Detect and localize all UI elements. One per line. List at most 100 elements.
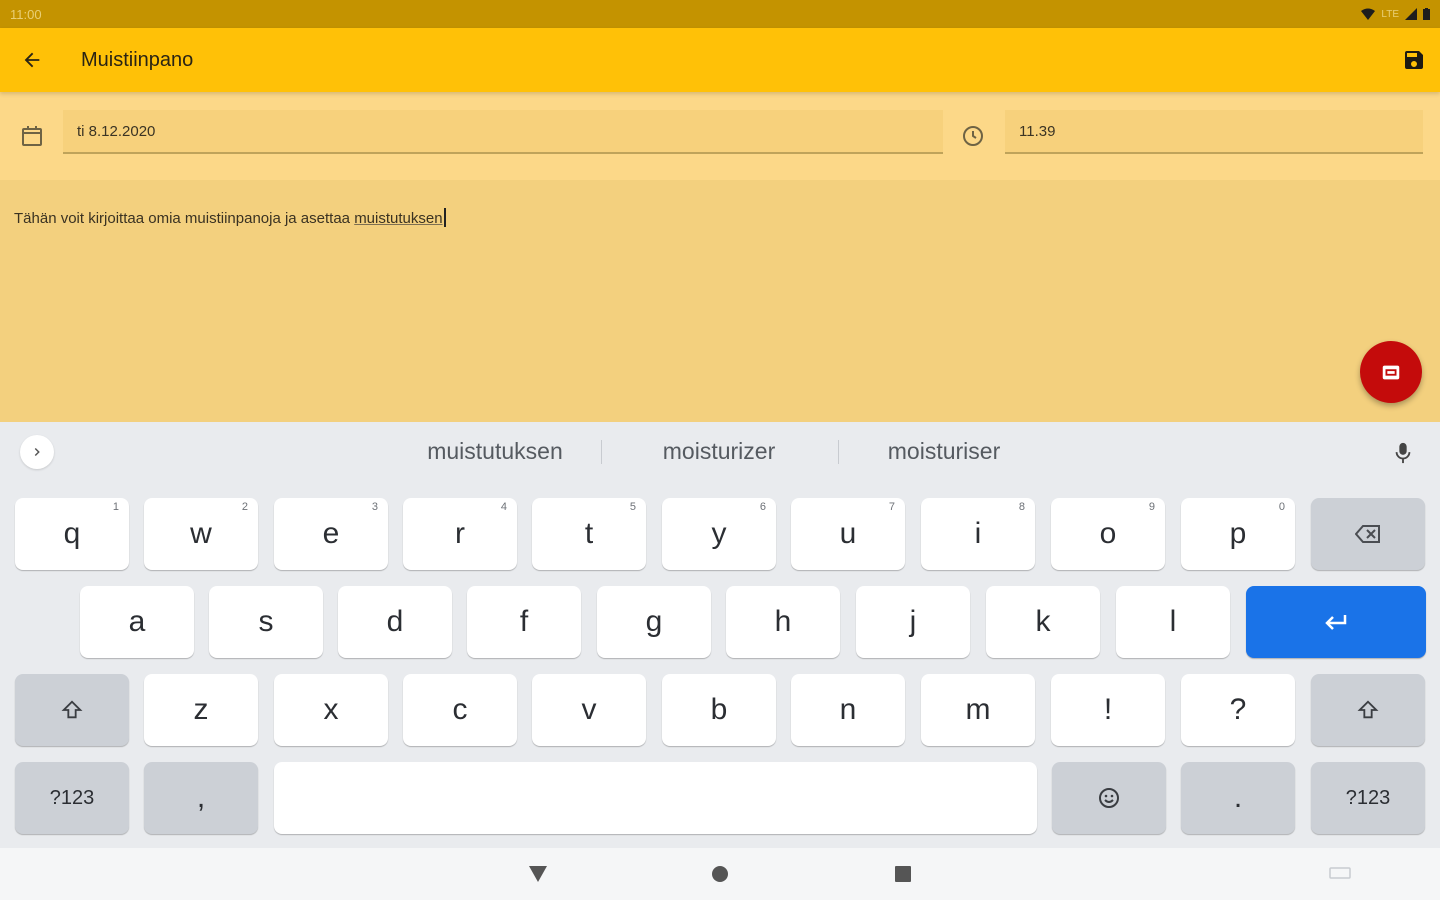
shift-key-left[interactable]: [15, 674, 129, 746]
nav-recents-button[interactable]: [889, 860, 917, 888]
square-icon: [895, 866, 911, 882]
note-textarea[interactable]: Tähän voit kirjoittaa omia muistiinpanoj…: [0, 180, 1440, 422]
space-key[interactable]: [274, 762, 1037, 834]
key-l[interactable]: l: [1116, 586, 1230, 658]
nav-back-button[interactable]: [524, 860, 552, 888]
key-exclamation[interactable]: !: [1051, 674, 1165, 746]
clock-icon: [959, 122, 987, 150]
key-r[interactable]: r4: [403, 498, 517, 570]
backspace-icon: [1355, 525, 1380, 543]
shift-icon: [1357, 700, 1379, 719]
key-hint: 2: [241, 501, 248, 513]
signal-icon: [1405, 8, 1417, 20]
date-time-row: ti 8.12.2020 11.39: [0, 92, 1440, 180]
suggestion-1[interactable]: muistutuksen: [400, 438, 590, 465]
keyboard-icon: [1329, 867, 1351, 879]
comma-key[interactable]: ,: [144, 762, 258, 834]
network-type: LTE: [1381, 8, 1399, 20]
nav-home-button[interactable]: [706, 860, 734, 888]
text-caret: [443, 208, 446, 227]
status-time: 11:00: [10, 6, 42, 22]
key-label: e: [322, 517, 340, 550]
key-hint: 5: [629, 501, 636, 513]
status-bar: 11:00 LTE: [0, 0, 1440, 28]
note-text-composing-word: muistutuksen: [354, 210, 443, 227]
key-e[interactable]: e3: [274, 498, 388, 570]
key-j[interactable]: j: [856, 586, 970, 658]
key-label: i: [974, 517, 982, 550]
key-t[interactable]: t5: [532, 498, 646, 570]
enter-key[interactable]: [1246, 586, 1426, 658]
alarm-icon: [1382, 365, 1400, 380]
key-z[interactable]: z: [144, 674, 258, 746]
key-s[interactable]: s: [209, 586, 323, 658]
key-g[interactable]: g: [597, 586, 711, 658]
key-y[interactable]: y6: [662, 498, 776, 570]
key-c[interactable]: c: [403, 674, 517, 746]
key-hint: 8: [1018, 501, 1025, 513]
backspace-key[interactable]: [1311, 498, 1425, 570]
status-icons: LTE: [1361, 8, 1430, 20]
key-label: p: [1229, 517, 1247, 550]
key-q[interactable]: q1: [15, 498, 129, 570]
arrow-back-icon: [24, 52, 40, 68]
page-title: Muistiinpano: [81, 48, 194, 71]
triangle-down-icon: [529, 866, 547, 882]
key-d[interactable]: d: [338, 586, 452, 658]
key-h[interactable]: h: [726, 586, 840, 658]
system-nav-bar: [0, 848, 1440, 900]
key-hint: 4: [500, 501, 507, 513]
period-key[interactable]: .: [1181, 762, 1295, 834]
save-button[interactable]: [1398, 44, 1430, 76]
key-v[interactable]: v: [532, 674, 646, 746]
battery-icon: [1423, 8, 1430, 20]
key-label: y: [711, 517, 727, 550]
symbols-key-left[interactable]: ?123: [15, 762, 129, 834]
key-label: u: [839, 517, 857, 550]
key-o[interactable]: o9: [1051, 498, 1165, 570]
reminder-fab-button[interactable]: [1360, 341, 1422, 403]
suggestion-divider: [838, 440, 839, 464]
chevron-right-icon: [34, 447, 40, 457]
key-hint: 3: [371, 501, 378, 513]
key-p[interactable]: p0: [1181, 498, 1295, 570]
key-a[interactable]: a: [80, 586, 194, 658]
key-hint: 7: [888, 501, 895, 513]
key-k[interactable]: k: [986, 586, 1100, 658]
shift-icon: [61, 700, 83, 719]
suggestion-divider: [601, 440, 602, 464]
key-b[interactable]: b: [662, 674, 776, 746]
shift-key-right[interactable]: [1311, 674, 1425, 746]
keyboard-switch-button[interactable]: [1326, 860, 1354, 888]
key-u[interactable]: u7: [791, 498, 905, 570]
suggestion-3[interactable]: moisturiser: [851, 438, 1037, 465]
key-x[interactable]: x: [274, 674, 388, 746]
microphone-icon: [1395, 442, 1411, 464]
key-w[interactable]: w2: [144, 498, 258, 570]
note-text: Tähän voit kirjoittaa omia muistiinpanoj…: [14, 208, 446, 227]
key-n[interactable]: n: [791, 674, 905, 746]
key-label: t: [584, 517, 594, 550]
key-i[interactable]: i8: [921, 498, 1035, 570]
date-field[interactable]: ti 8.12.2020: [63, 110, 943, 154]
return-icon: [1325, 615, 1347, 630]
note-text-body: Tähän voit kirjoittaa omia muistiinpanoj…: [14, 210, 355, 227]
key-m[interactable]: m: [921, 674, 1035, 746]
key-question[interactable]: ?: [1181, 674, 1295, 746]
emoji-key[interactable]: [1052, 762, 1166, 834]
back-button[interactable]: [0, 28, 64, 92]
circle-icon: [712, 866, 728, 882]
calendar-icon: [18, 122, 46, 150]
smiley-icon: [1099, 788, 1119, 808]
app-bar: Muistiinpano: [0, 28, 1440, 92]
key-hint: 1: [112, 501, 119, 513]
microphone-button[interactable]: [1388, 438, 1418, 468]
key-hint: 6: [759, 501, 766, 513]
expand-toolbar-button[interactable]: [20, 435, 54, 469]
key-f[interactable]: f: [467, 586, 581, 658]
suggestion-2[interactable]: moisturizer: [626, 438, 812, 465]
key-label: w: [190, 517, 212, 550]
time-field[interactable]: 11.39: [1005, 110, 1423, 154]
save-icon: [1405, 51, 1423, 69]
symbols-key-right[interactable]: ?123: [1311, 762, 1425, 834]
